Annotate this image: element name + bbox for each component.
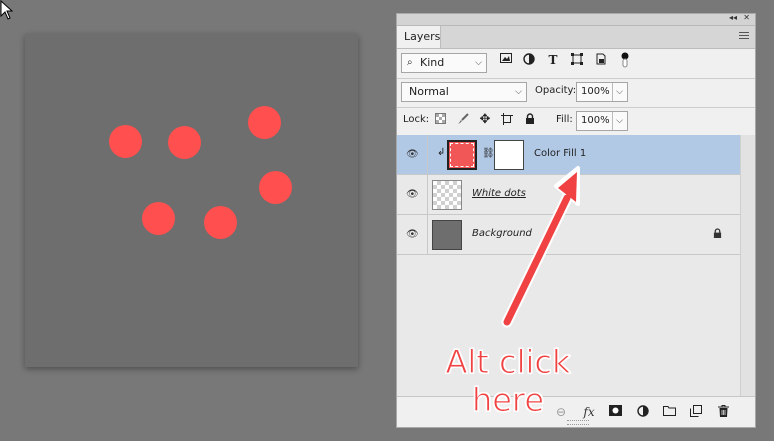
annotation-line-2: here bbox=[471, 381, 545, 420]
annotation-text: Alt click here bbox=[433, 343, 583, 420]
annotation-arrow bbox=[501, 166, 580, 328]
annotation-line-1: Alt click bbox=[445, 343, 571, 382]
